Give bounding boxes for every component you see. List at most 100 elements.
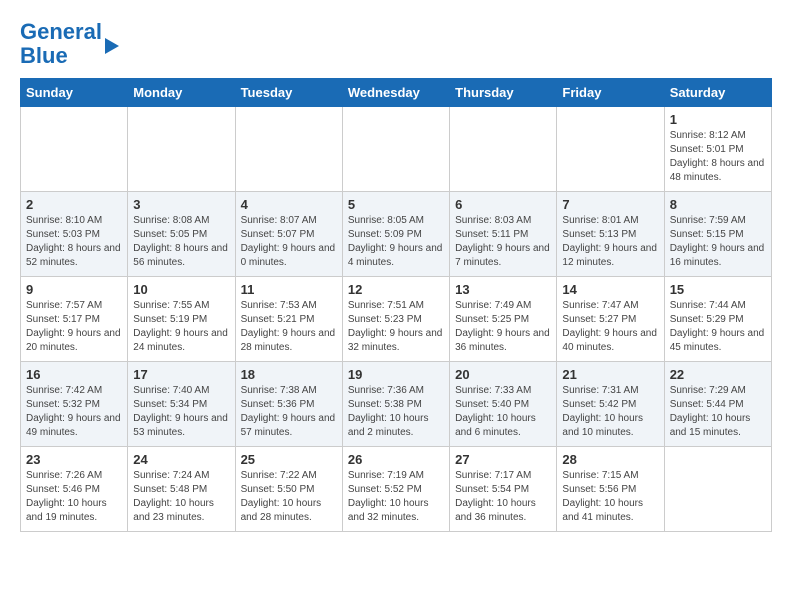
day-info: Sunrise: 7:53 AM Sunset: 5:21 PM Dayligh… xyxy=(241,299,337,355)
day-info: Sunrise: 7:19 AM Sunset: 5:52 PM Dayligh… xyxy=(348,469,444,525)
day-info: Sunrise: 7:24 AM Sunset: 5:48 PM Dayligh… xyxy=(133,469,229,525)
day-number: 2 xyxy=(26,197,122,212)
calendar-day-cell: 17 Sunrise: 7:40 AM Sunset: 5:34 PM Dayli… xyxy=(128,362,235,447)
day-info: Sunrise: 7:49 AM Sunset: 5:25 PM Dayligh… xyxy=(455,299,551,355)
day-info: Sunrise: 8:07 AM Sunset: 5:07 PM Dayligh… xyxy=(241,214,337,270)
calendar-week-row: 1 Sunrise: 8:12 AM Sunset: 5:01 PM Daylig… xyxy=(21,107,772,192)
day-number: 16 xyxy=(26,367,122,382)
calendar-week-row: 9 Sunrise: 7:57 AM Sunset: 5:17 PM Daylig… xyxy=(21,277,772,362)
day-number: 18 xyxy=(241,367,337,382)
weekday-header: Monday xyxy=(128,79,235,107)
day-number: 14 xyxy=(562,282,658,297)
day-info: Sunrise: 7:29 AM Sunset: 5:44 PM Dayligh… xyxy=(670,384,766,440)
day-number: 8 xyxy=(670,197,766,212)
calendar-week-row: 23Sunrise: 7:26 AM Sunset: 5:46 PM Dayli… xyxy=(21,447,772,532)
calendar-day-cell: 10 Sunrise: 7:55 AM Sunset: 5:19 PM Dayli… xyxy=(128,277,235,362)
day-info: Sunrise: 7:38 AM Sunset: 5:36 PM Dayligh… xyxy=(241,384,337,440)
day-info: Sunrise: 8:03 AM Sunset: 5:11 PM Dayligh… xyxy=(455,214,551,270)
calendar-day-cell: 14 Sunrise: 7:47 AM Sunset: 5:27 PM Dayli… xyxy=(557,277,664,362)
weekday-header: Sunday xyxy=(21,79,128,107)
calendar-day-cell xyxy=(342,107,449,192)
calendar-day-cell xyxy=(128,107,235,192)
day-number: 26 xyxy=(348,452,444,467)
day-info: Sunrise: 8:10 AM Sunset: 5:03 PM Dayligh… xyxy=(26,214,122,270)
calendar-day-cell: 21 Sunrise: 7:31 AM Sunset: 5:42 PM Dayli… xyxy=(557,362,664,447)
day-info: Sunrise: 8:01 AM Sunset: 5:13 PM Dayligh… xyxy=(562,214,658,270)
day-number: 3 xyxy=(133,197,229,212)
calendar-day-cell: 18 Sunrise: 7:38 AM Sunset: 5:36 PM Dayli… xyxy=(235,362,342,447)
day-info: Sunrise: 7:17 AM Sunset: 5:54 PM Dayligh… xyxy=(455,469,551,525)
day-info: Sunrise: 7:57 AM Sunset: 5:17 PM Dayligh… xyxy=(26,299,122,355)
day-number: 15 xyxy=(670,282,766,297)
day-number: 19 xyxy=(348,367,444,382)
calendar-day-cell: 20 Sunrise: 7:33 AM Sunset: 5:40 PM Dayli… xyxy=(450,362,557,447)
day-number: 25 xyxy=(241,452,337,467)
day-number: 10 xyxy=(133,282,229,297)
calendar-day-cell xyxy=(21,107,128,192)
page-header: General Blue xyxy=(20,20,772,68)
day-info: Sunrise: 7:40 AM Sunset: 5:34 PM Dayligh… xyxy=(133,384,229,440)
day-info: Sunrise: 7:36 AM Sunset: 5:38 PM Dayligh… xyxy=(348,384,444,440)
day-number: 17 xyxy=(133,367,229,382)
day-info: Sunrise: 7:42 AM Sunset: 5:32 PM Dayligh… xyxy=(26,384,122,440)
calendar-day-cell: 9 Sunrise: 7:57 AM Sunset: 5:17 PM Daylig… xyxy=(21,277,128,362)
day-number: 6 xyxy=(455,197,551,212)
weekday-header: Friday xyxy=(557,79,664,107)
day-number: 23 xyxy=(26,452,122,467)
calendar-day-cell: 5 Sunrise: 8:05 AM Sunset: 5:09 PM Daylig… xyxy=(342,192,449,277)
calendar-week-row: 16 Sunrise: 7:42 AM Sunset: 5:32 PM Dayli… xyxy=(21,362,772,447)
day-info: Sunrise: 8:05 AM Sunset: 5:09 PM Dayligh… xyxy=(348,214,444,270)
day-info: Sunrise: 7:47 AM Sunset: 5:27 PM Dayligh… xyxy=(562,299,658,355)
day-number: 28 xyxy=(562,452,658,467)
calendar-day-cell xyxy=(235,107,342,192)
day-info: Sunrise: 8:08 AM Sunset: 5:05 PM Dayligh… xyxy=(133,214,229,270)
calendar-table: SundayMondayTuesdayWednesdayThursdayFrid… xyxy=(20,78,772,532)
weekday-header: Wednesday xyxy=(342,79,449,107)
calendar-day-cell: 26 Sunrise: 7:19 AM Sunset: 5:52 PM Dayli… xyxy=(342,447,449,532)
day-info: Sunrise: 7:15 AM Sunset: 5:56 PM Dayligh… xyxy=(562,469,658,525)
calendar-day-cell: 4 Sunrise: 8:07 AM Sunset: 5:07 PM Daylig… xyxy=(235,192,342,277)
day-number: 9 xyxy=(26,282,122,297)
day-number: 1 xyxy=(670,112,766,127)
logo: General Blue xyxy=(20,20,119,68)
day-info: Sunrise: 7:44 AM Sunset: 5:29 PM Dayligh… xyxy=(670,299,766,355)
weekday-header: Tuesday xyxy=(235,79,342,107)
calendar-day-cell: 2 Sunrise: 8:10 AM Sunset: 5:03 PM Daylig… xyxy=(21,192,128,277)
day-info: Sunrise: 7:55 AM Sunset: 5:19 PM Dayligh… xyxy=(133,299,229,355)
day-number: 12 xyxy=(348,282,444,297)
day-info: Sunrise: 7:31 AM Sunset: 5:42 PM Dayligh… xyxy=(562,384,658,440)
day-number: 11 xyxy=(241,282,337,297)
calendar-week-row: 2 Sunrise: 8:10 AM Sunset: 5:03 PM Daylig… xyxy=(21,192,772,277)
calendar-day-cell: 24Sunrise: 7:24 AM Sunset: 5:48 PM Dayli… xyxy=(128,447,235,532)
day-info: Sunrise: 7:59 AM Sunset: 5:15 PM Dayligh… xyxy=(670,214,766,270)
calendar-day-cell: 25 Sunrise: 7:22 AM Sunset: 5:50 PM Dayli… xyxy=(235,447,342,532)
day-number: 4 xyxy=(241,197,337,212)
calendar-day-cell: 19 Sunrise: 7:36 AM Sunset: 5:38 PM Dayli… xyxy=(342,362,449,447)
day-info: Sunrise: 7:22 AM Sunset: 5:50 PM Dayligh… xyxy=(241,469,337,525)
calendar-day-cell xyxy=(557,107,664,192)
day-number: 20 xyxy=(455,367,551,382)
calendar-day-cell: 27 Sunrise: 7:17 AM Sunset: 5:54 PM Dayli… xyxy=(450,447,557,532)
calendar-day-cell xyxy=(664,447,771,532)
calendar-day-cell: 15 Sunrise: 7:44 AM Sunset: 5:29 PM Dayli… xyxy=(664,277,771,362)
day-info: Sunrise: 7:51 AM Sunset: 5:23 PM Dayligh… xyxy=(348,299,444,355)
calendar-day-cell: 16 Sunrise: 7:42 AM Sunset: 5:32 PM Dayli… xyxy=(21,362,128,447)
calendar-day-cell: 7 Sunrise: 8:01 AM Sunset: 5:13 PM Daylig… xyxy=(557,192,664,277)
calendar-header-row: SundayMondayTuesdayWednesdayThursdayFrid… xyxy=(21,79,772,107)
day-info: Sunrise: 7:33 AM Sunset: 5:40 PM Dayligh… xyxy=(455,384,551,440)
calendar-day-cell: 22Sunrise: 7:29 AM Sunset: 5:44 PM Dayli… xyxy=(664,362,771,447)
weekday-header: Saturday xyxy=(664,79,771,107)
logo-text: General xyxy=(20,20,102,44)
calendar-day-cell: 3 Sunrise: 8:08 AM Sunset: 5:05 PM Daylig… xyxy=(128,192,235,277)
day-info: Sunrise: 8:12 AM Sunset: 5:01 PM Dayligh… xyxy=(670,129,766,185)
calendar-day-cell: 23Sunrise: 7:26 AM Sunset: 5:46 PM Dayli… xyxy=(21,447,128,532)
day-number: 27 xyxy=(455,452,551,467)
day-number: 13 xyxy=(455,282,551,297)
day-number: 7 xyxy=(562,197,658,212)
calendar-day-cell: 12 Sunrise: 7:51 AM Sunset: 5:23 PM Dayli… xyxy=(342,277,449,362)
day-number: 21 xyxy=(562,367,658,382)
calendar-day-cell: 6 Sunrise: 8:03 AM Sunset: 5:11 PM Daylig… xyxy=(450,192,557,277)
calendar-day-cell xyxy=(450,107,557,192)
calendar-day-cell: 28 Sunrise: 7:15 AM Sunset: 5:56 PM Dayli… xyxy=(557,447,664,532)
day-number: 5 xyxy=(348,197,444,212)
